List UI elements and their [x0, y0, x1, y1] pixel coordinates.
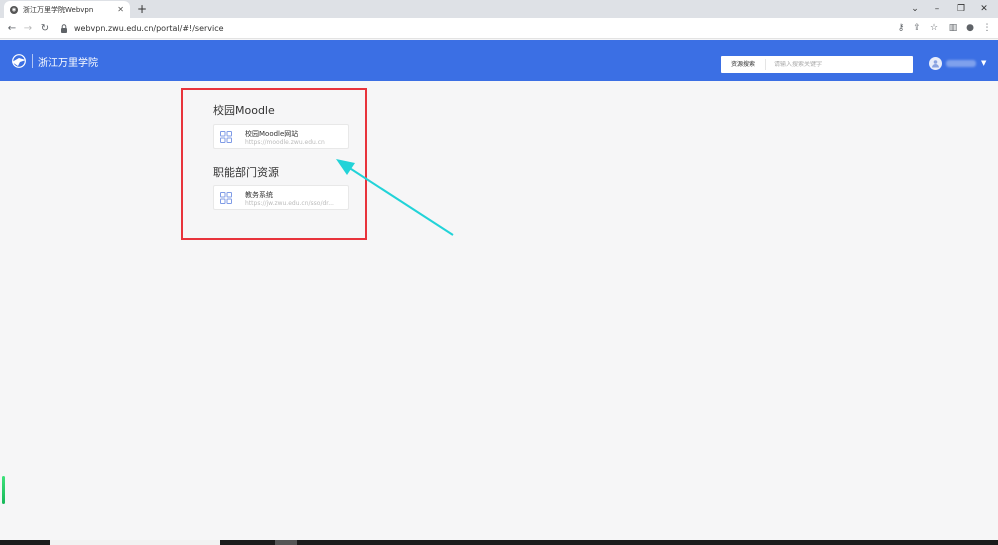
url-text: webvpn.zwu.edu.cn/portal/#!/service [74, 24, 224, 33]
key-icon[interactable]: ⚷ [894, 21, 908, 35]
card-url: https://jw.zwu.edu.cn/sso/dr... [245, 200, 334, 207]
minimize-icon[interactable]: – [926, 0, 948, 18]
service-card-moodle[interactable]: 校园Moodle网站 https://moodle.zwu.edu.cn [213, 124, 349, 149]
address-bar[interactable]: webvpn.zwu.edu.cn/portal/#!/service [60, 21, 224, 36]
search-input[interactable] [766, 61, 913, 68]
card-title: 校园Moodle网站 [245, 130, 299, 138]
school-logo-icon [12, 54, 26, 68]
service-card-academic-system[interactable]: 教务系统 https://jw.zwu.edu.cn/sso/dr... [213, 185, 349, 210]
close-window-icon[interactable]: ✕ [973, 0, 995, 18]
browser-toolbar: ← → ↻ webvpn.zwu.edu.cn/portal/#!/servic… [0, 18, 998, 39]
arrow-left-icon[interactable]: ← [4, 20, 20, 36]
profile-icon[interactable]: ● [963, 21, 977, 35]
arrow-right-icon[interactable]: → [20, 20, 36, 36]
taskbar-item[interactable] [275, 540, 297, 545]
lock-icon [61, 24, 67, 33]
restore-icon[interactable]: ❐ [950, 0, 972, 18]
close-icon[interactable]: ✕ [117, 5, 124, 14]
share-icon[interactable]: ⇪ [910, 21, 924, 35]
browser-tab-strip: ◉ 浙江万里学院Webvpn ✕ + ⌄ – ❐ ✕ [0, 0, 998, 18]
section-title: 校园Moodle [213, 104, 275, 117]
sidepanel-icon[interactable]: ▥ [946, 21, 960, 35]
scroll-indicator [2, 476, 5, 504]
star-icon[interactable]: ☆ [927, 21, 941, 35]
card-title: 教务系统 [245, 191, 273, 199]
taskbar-item[interactable] [50, 540, 220, 545]
search-label[interactable]: 资源搜索 [721, 59, 766, 70]
browser-tab[interactable]: ◉ 浙江万里学院Webvpn ✕ [4, 1, 130, 18]
section-title: 职能部门资源 [213, 166, 279, 179]
logo-divider [32, 54, 33, 68]
kebab-menu-icon[interactable]: ⋮ [980, 21, 994, 35]
user-icon [932, 60, 939, 68]
chevron-down-icon[interactable]: ⌄ [904, 0, 926, 18]
os-taskbar [0, 540, 998, 545]
reload-icon[interactable]: ↻ [37, 20, 53, 36]
avatar[interactable] [929, 57, 942, 70]
tab-title: 浙江万里学院Webvpn [23, 5, 94, 14]
school-name: 浙江万里学院 [38, 58, 98, 69]
annotation-arrow [336, 159, 454, 236]
username-blurred[interactable] [946, 60, 976, 67]
new-tab-button[interactable]: + [135, 1, 149, 17]
app-grid-icon [220, 192, 232, 204]
resource-search: 资源搜索 [721, 56, 913, 73]
card-url: https://moodle.zwu.edu.cn [245, 139, 325, 146]
app-grid-icon [220, 131, 232, 143]
caret-down-icon[interactable]: ▼ [981, 59, 986, 67]
globe-icon: ◉ [10, 5, 18, 14]
